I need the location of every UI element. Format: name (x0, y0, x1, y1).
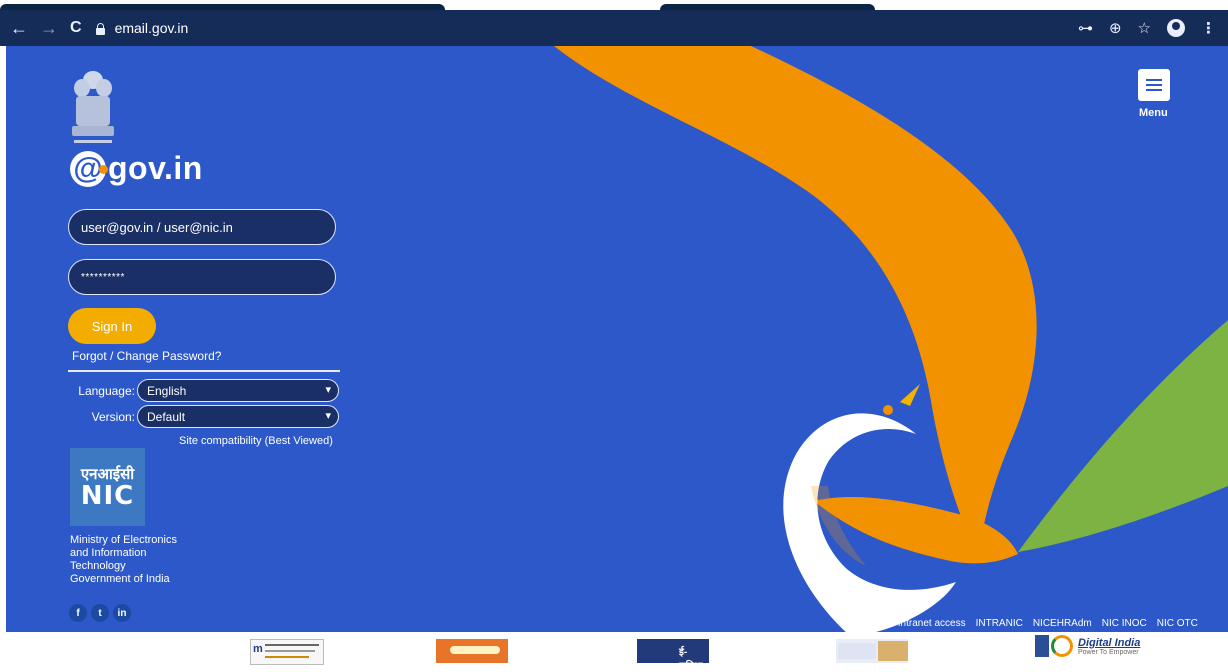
browser-actions: ⊶ ⊕ ☆ ⋮ (1078, 10, 1216, 46)
national-emblem (72, 71, 114, 143)
login-page: @ gov.in user@gov.in / user@nic.in *****… (6, 46, 1228, 632)
forgot-password-link[interactable]: Forgot / Change Password? (72, 349, 221, 363)
menu-label: Menu (1139, 107, 1168, 119)
digital-india-ring-icon (1051, 635, 1073, 657)
esuvidha-text: ई-सुविधा (679, 647, 703, 672)
language-label: Language: (78, 383, 135, 398)
hamburger-icon (1146, 89, 1162, 91)
menu-button[interactable] (1138, 69, 1170, 101)
version-value: Default (147, 409, 186, 424)
green-feather (1018, 320, 1228, 552)
digital-india-logo[interactable]: Digital India Power To Empower (1035, 635, 1140, 657)
brand-name: gov.in (108, 150, 203, 186)
nic-hindi: एनआईसी (80, 465, 135, 483)
linkedin-icon[interactable]: in (113, 604, 131, 622)
browser-toolbar: ← → C email.gov.in ⊶ ⊕ ☆ ⋮ (0, 10, 1228, 46)
nic-inoc-link[interactable]: NIC INOC (1102, 618, 1147, 629)
password-input[interactable]: ********** (68, 259, 336, 295)
at-logo-mark: @ (70, 150, 108, 187)
nic-logo[interactable]: एनआईसी NIC (70, 448, 145, 526)
browser-nav: ← → C (10, 19, 82, 37)
digital-india-title: Digital India (1078, 636, 1141, 649)
footer-banners: m ई-सुविधा Digital India Power To Empowe… (0, 632, 1228, 672)
language-row: Language: English ▾ (68, 379, 339, 402)
back-icon[interactable]: ← (10, 19, 28, 37)
hamburger-icon (1146, 84, 1162, 86)
profile-icon[interactable] (1167, 19, 1185, 37)
sign-in-button[interactable]: Sign In (68, 308, 156, 344)
facebook-icon[interactable]: f (69, 604, 87, 622)
footer-banner-esuvidha[interactable]: ई-सुविधा (637, 639, 709, 672)
reload-icon[interactable]: C (70, 19, 82, 37)
zoom-icon[interactable]: ⊕ (1109, 19, 1122, 37)
nic-otc-link[interactable]: NIC OTC (1157, 618, 1198, 629)
url-text: email.gov.in (114, 20, 189, 36)
nic-english: NIC (80, 480, 135, 511)
version-select[interactable]: Default ▾ (137, 405, 339, 428)
site-compatibility-link[interactable]: Site compatibility (Best Viewed) (179, 435, 333, 447)
peacock-eye (883, 405, 893, 415)
nicehradm-link[interactable]: NICEHRAdm (1033, 618, 1092, 629)
digital-india-tagline: Power To Empower (1078, 648, 1139, 656)
version-row: Version: Default ▾ (68, 405, 339, 428)
chevron-down-icon: ▾ (325, 384, 331, 396)
footer-banner-2[interactable] (436, 639, 508, 663)
username-input[interactable]: user@gov.in / user@nic.in (68, 209, 336, 245)
divider (68, 370, 340, 372)
key-icon[interactable]: ⊶ (1078, 19, 1093, 37)
ministry-text: Ministry of Electronics and Information … (70, 534, 177, 585)
language-select[interactable]: English ▾ (137, 379, 339, 402)
intranet-links: For Intranet access INTRANIC NICEHRAdm N… (880, 618, 1198, 629)
govin-logo: @ gov.in (70, 150, 203, 187)
peacock-crest (900, 384, 920, 406)
language-value: English (147, 383, 187, 398)
digital-india-icon (1035, 635, 1049, 657)
hamburger-icon (1146, 79, 1162, 81)
lock-icon (95, 22, 105, 35)
forward-icon[interactable]: → (40, 19, 58, 37)
more-options-icon[interactable]: ⋮ (1201, 19, 1216, 37)
chevron-down-icon: ▾ (325, 410, 331, 422)
address-bar[interactable]: email.gov.in (95, 20, 189, 36)
footer-banner-indiagov[interactable] (836, 639, 908, 663)
social-links: f t in (69, 604, 131, 622)
twitter-icon[interactable]: t (91, 604, 109, 622)
peacock-artwork (554, 46, 1228, 632)
bookmark-star-icon[interactable]: ☆ (1138, 19, 1151, 37)
intranet-label: For Intranet access (880, 618, 966, 629)
intranic-link[interactable]: INTRANIC (976, 618, 1023, 629)
banner-logo-icon: m (253, 643, 263, 655)
tab-strip (0, 0, 1228, 12)
version-label: Version: (91, 409, 135, 424)
footer-banner-1[interactable]: m (250, 639, 324, 665)
